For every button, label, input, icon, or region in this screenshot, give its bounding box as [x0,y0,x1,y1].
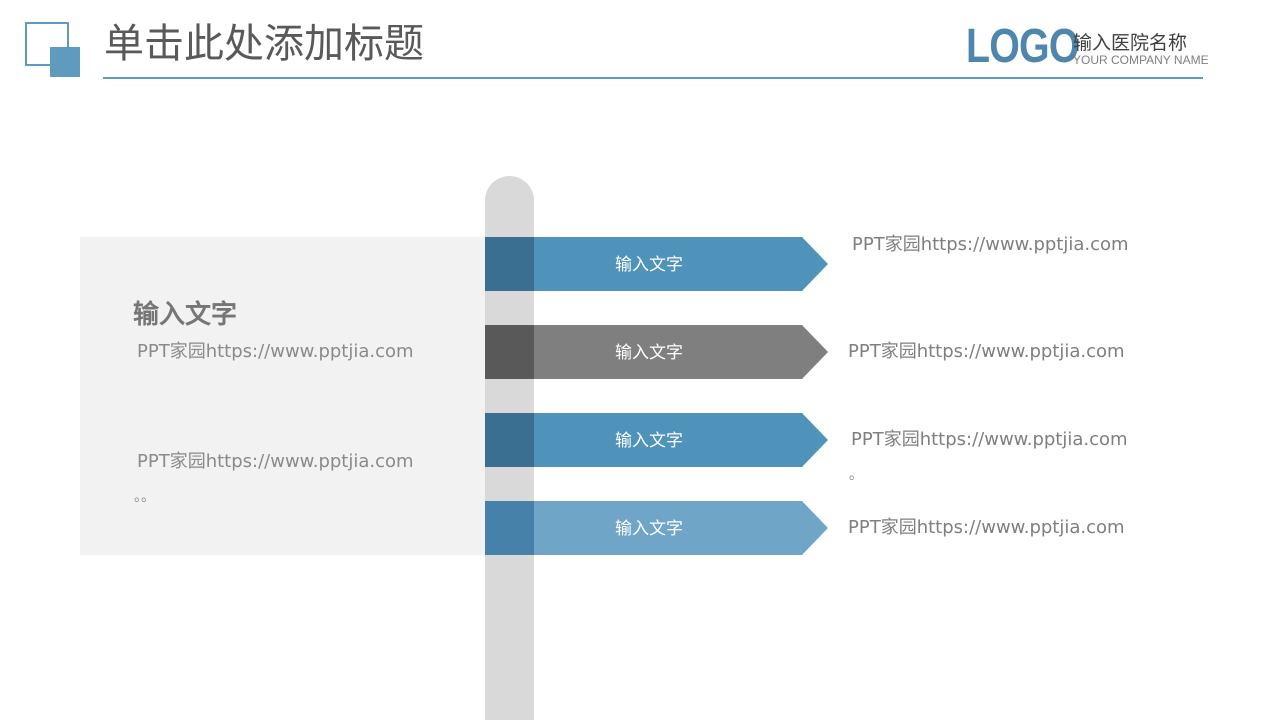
panel-text-2[interactable]: PPT家园https://www.pptjia.com [137,447,414,473]
sign-4-label[interactable]: 输入文字 [534,501,764,555]
page-title[interactable]: 单击此处添加标题 [104,18,424,70]
header-divider [103,77,1203,79]
sign-1-text[interactable]: PPT家园https://www.pptjia.com [852,230,1129,256]
sign-3-text[interactable]: PPT家园https://www.pptjia.com [851,425,1128,451]
sign-1-label[interactable]: 输入文字 [534,237,764,291]
sign-3[interactable]: 输入文字 [485,413,828,467]
sign-2[interactable]: 输入文字 [485,325,828,379]
panel-text-2-dots[interactable]: 。。 [134,486,155,506]
sign-2-text[interactable]: PPT家园https://www.pptjia.com [848,337,1125,363]
sign-2-label[interactable]: 输入文字 [534,325,764,379]
sign-1-cap [485,237,534,291]
sign-2-cap [485,325,534,379]
decor-square-filled [50,47,80,77]
sign-3-label[interactable]: 输入文字 [534,413,764,467]
sign-3-cap [485,413,534,467]
company-name-cn[interactable]: 输入医院名称 [1073,28,1187,55]
sign-4-text[interactable]: PPT家园https://www.pptjia.com [848,513,1125,539]
sign-3-text-dot[interactable]: 。 [849,464,863,484]
company-name-en[interactable]: YOUR COMPANY NAME [1073,53,1209,67]
logo: LOGO [966,20,1079,73]
sign-4[interactable]: 输入文字 [485,501,828,555]
sign-1[interactable]: 输入文字 [485,237,828,291]
panel-text-1[interactable]: PPT家园https://www.pptjia.com [137,337,414,363]
left-panel [80,237,485,555]
sign-4-cap [485,501,534,555]
panel-heading[interactable]: 输入文字 [133,294,237,331]
